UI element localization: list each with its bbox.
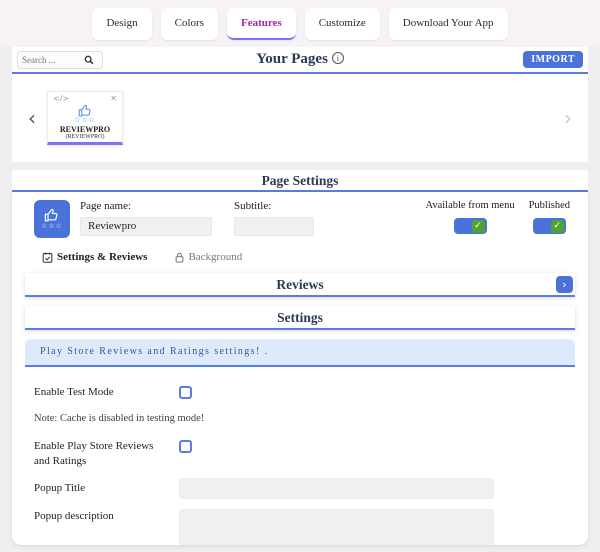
- subtab-background[interactable]: Background: [175, 251, 242, 263]
- subtitle-input[interactable]: [234, 216, 314, 236]
- page-name-label: Page name:: [80, 200, 132, 212]
- popup-description-textarea[interactable]: [179, 508, 494, 545]
- tab-customize[interactable]: Customize: [304, 7, 380, 40]
- page-card-reviewpro[interactable]: </> ✕ ☆☆☆ REVIEWPRO (REVIEWPRO): [47, 91, 123, 145]
- carousel-next-icon[interactable]: ›: [564, 108, 572, 128]
- stars-icon: ☆☆☆: [74, 116, 96, 124]
- subtab-label: Background: [188, 251, 243, 263]
- published-toggle[interactable]: ✓: [532, 218, 566, 234]
- enable-test-mode-checkbox[interactable]: [179, 386, 192, 399]
- page-meta-row: ☆☆☆ Page name: Subtitle: Available from …: [12, 192, 588, 238]
- popup-description-label: Popup description: [34, 509, 114, 522]
- info-banner: Play Store Reviews and Ratings settings!…: [25, 339, 575, 367]
- check-icon: ✓: [550, 219, 564, 233]
- search-box[interactable]: [17, 50, 103, 69]
- your-pages-header: Your Pagesi IMPORT: [12, 47, 588, 74]
- page-name-field: Page name:: [80, 200, 212, 236]
- tab-design[interactable]: Design: [92, 7, 152, 40]
- popup-title-label: Popup Title: [34, 481, 86, 494]
- page-app-icon: ☆☆☆: [34, 200, 70, 238]
- search-icon[interactable]: [84, 55, 94, 65]
- available-from-menu-group: Available from menu ✓: [426, 200, 515, 234]
- subtab-label: Settings & Reviews: [57, 251, 148, 263]
- tab-download-your-app[interactable]: Download Your App: [388, 7, 508, 40]
- published-label: Published: [528, 200, 570, 211]
- your-pages-section: Your Pagesi IMPORT ‹ </> ✕ ☆☆☆ REVIEWPRO…: [12, 47, 588, 162]
- settings-section-header: Settings: [25, 306, 575, 330]
- enable-reviews-row: Enable Play Store Reviews and Ratings: [34, 439, 588, 469]
- available-from-menu-label: Available from menu: [425, 200, 515, 211]
- search-input[interactable]: [22, 54, 84, 65]
- subtab-settings-reviews[interactable]: Settings & Reviews: [42, 251, 147, 263]
- check-icon: ✓: [471, 219, 485, 233]
- enable-reviews-label: Enable Play Store Reviews and Ratings: [34, 439, 154, 467]
- page-card-actions: </> ✕: [48, 94, 122, 104]
- page-card-subtitle: (REVIEWPRO): [65, 134, 105, 140]
- published-group: Published ✓: [529, 200, 570, 234]
- top-tab-bar: Design Colors Features Customize Downloa…: [0, 0, 600, 47]
- available-from-menu-toggle[interactable]: ✓: [453, 218, 487, 234]
- popup-description-row: Popup description: [34, 508, 588, 545]
- page-settings-title: Page Settings: [12, 170, 588, 192]
- import-button[interactable]: IMPORT: [523, 51, 583, 68]
- stars-icon: ☆☆☆: [41, 222, 63, 230]
- subtitle-field: Subtitle:: [234, 200, 314, 236]
- page-toggles: Available from menu ✓ Published ✓: [426, 200, 576, 234]
- tab-colors[interactable]: Colors: [160, 7, 218, 40]
- popup-title-input[interactable]: [179, 477, 494, 499]
- tab-features[interactable]: Features: [226, 7, 296, 40]
- subtitle-label: Subtitle:: [234, 200, 272, 212]
- reviews-section-header: Reviews ›: [25, 273, 575, 297]
- reviews-title: Reviews: [276, 277, 324, 292]
- enable-test-mode-row: Enable Test Mode: [34, 385, 588, 400]
- code-icon[interactable]: </>: [53, 94, 69, 104]
- settings-title: Settings: [277, 310, 323, 325]
- page-name-input[interactable]: [80, 216, 212, 236]
- page-settings-panel: ☆☆☆ Page name: Subtitle: Available from …: [12, 192, 588, 545]
- enable-reviews-checkbox[interactable]: [179, 439, 192, 453]
- settings-form: Enable Test Mode Note: Cache is disabled…: [12, 367, 588, 545]
- popup-title-row: Popup Title: [34, 477, 588, 499]
- lock-icon: [175, 252, 184, 263]
- clipboard-check-icon: [42, 252, 53, 263]
- settings-subtabs: Settings & Reviews Background: [12, 238, 588, 263]
- info-icon: i: [331, 52, 344, 64]
- pages-carousel: ‹ </> ✕ ☆☆☆ REVIEWPRO (REVIEWPRO) ›: [12, 74, 588, 162]
- test-mode-note: Note: Cache is disabled in testing mode!: [34, 412, 205, 424]
- reviews-expand-button[interactable]: ›: [556, 276, 573, 293]
- page-card-title: REVIEWPRO: [59, 125, 111, 134]
- enable-test-mode-label: Enable Test Mode: [34, 386, 114, 398]
- close-icon[interactable]: ✕: [110, 94, 117, 104]
- carousel-prev-icon[interactable]: ‹: [28, 108, 36, 128]
